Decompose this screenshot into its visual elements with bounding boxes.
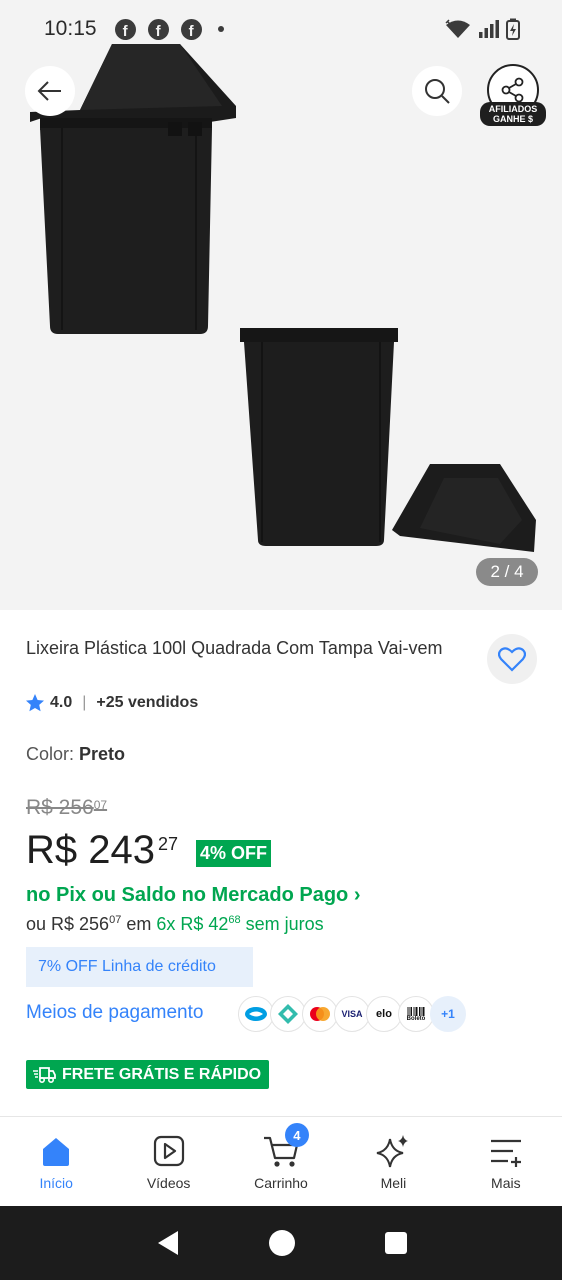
search-icon: [425, 79, 450, 104]
installment-suffix: sem juros: [240, 914, 324, 934]
nav-label-meli: Meli: [380, 1175, 407, 1191]
original-price-cents: 07: [93, 798, 108, 812]
sold-count: +25 vendidos: [96, 694, 199, 711]
pix-icon: [270, 996, 306, 1032]
favorite-button[interactable]: [487, 634, 537, 684]
product-title: Lixeira Plástica 100l Quadrada Com Tampa…: [26, 638, 443, 658]
mercado-pago-icon: [238, 996, 274, 1032]
product-gallery[interactable]: 10:15 f f f AFILIADOS GANHE $ 2 / 4: [0, 0, 562, 610]
affiliate-badge: AFILIADOS GANHE $: [480, 102, 546, 126]
system-home-icon[interactable]: [268, 1229, 296, 1257]
heart-icon: [498, 647, 526, 672]
boleto-icon: Boleto: [398, 996, 434, 1032]
rating-row[interactable]: 4.0 | +25 vendidos: [26, 694, 198, 712]
installment-amount: 6x R$ 42: [156, 914, 229, 934]
affiliate-share-button[interactable]: AFILIADOS GANHE $: [478, 62, 548, 128]
boleto-label: Boleto: [406, 1015, 426, 1022]
credit-line-chip[interactable]: 7% OFF Linha de crédito: [26, 947, 253, 987]
system-navigation-bar: [0, 1206, 562, 1280]
payment-icons[interactable]: VISA elo Boleto +1: [238, 996, 466, 1032]
nav-label-inicio: Início: [39, 1175, 73, 1191]
nav-item-inicio[interactable]: Início: [0, 1117, 112, 1206]
fast-truck-icon: [33, 1066, 56, 1083]
cart-count-badge: 4: [284, 1123, 309, 1147]
more-payment-methods[interactable]: +1: [430, 996, 466, 1032]
nav-item-carrinho[interactable]: 4 Carrinho: [225, 1117, 337, 1206]
free-shipping-label: FRETE GRÁTIS E RÁPIDO: [62, 1065, 262, 1083]
video-play-icon: [153, 1135, 184, 1167]
affiliate-badge-line2: GANHE $: [492, 114, 533, 124]
nav-item-videos[interactable]: Vídeos: [112, 1117, 224, 1206]
installment-em: em: [121, 914, 157, 934]
pix-payment-link[interactable]: no Pix ou Saldo no Mercado Pago ›: [26, 884, 360, 907]
affiliate-badge-line1: AFILIADOS: [488, 104, 538, 114]
color-value: Preto: [79, 744, 126, 764]
image-pager: 2 / 4: [476, 558, 538, 586]
nav-item-mais[interactable]: Mais: [450, 1117, 562, 1206]
sparkle-icon: [377, 1135, 409, 1168]
elo-icon: elo: [366, 996, 402, 1032]
bottom-navigation: Início Vídeos 4 Carrinho Meli Mais: [0, 1116, 562, 1206]
star-icon: [26, 694, 44, 712]
current-price-cents: 27: [157, 834, 179, 854]
installment-prefix-cents: 07: [109, 914, 122, 926]
installments-text: ou R$ 25607 em 6x R$ 4268 sem juros: [26, 914, 324, 935]
arrow-left-icon: [37, 81, 61, 101]
current-price-main: R$ 243: [26, 828, 155, 872]
free-shipping-badge: FRETE GRÁTIS E RÁPIDO: [26, 1060, 270, 1089]
visa-icon: VISA: [334, 996, 370, 1032]
nav-item-meli[interactable]: Meli: [337, 1117, 449, 1206]
nav-label-mais: Mais: [491, 1175, 521, 1191]
nav-label-videos: Vídeos: [146, 1175, 191, 1191]
discount-badge: 4% OFF: [196, 840, 272, 867]
mastercard-icon: [302, 996, 338, 1032]
original-price: R$ 25607: [26, 796, 107, 820]
original-price-main: R$ 256: [26, 796, 94, 819]
nav-label-carrinho: Carrinho: [254, 1175, 308, 1191]
current-price: R$ 243 27: [26, 828, 178, 873]
system-recents-icon[interactable]: [384, 1231, 408, 1255]
menu-plus-icon: [490, 1139, 521, 1167]
color-label: Color:: [26, 744, 75, 764]
payment-methods-link[interactable]: Meios de pagamento: [26, 1002, 203, 1024]
installment-cents: 68: [228, 914, 241, 926]
color-selector[interactable]: Color: Preto: [26, 744, 125, 765]
separator: |: [82, 694, 87, 711]
home-icon: [43, 1138, 70, 1166]
back-button[interactable]: [25, 66, 75, 116]
search-button[interactable]: [412, 66, 462, 116]
rating-value: 4.0: [50, 694, 73, 711]
system-back-icon[interactable]: [154, 1229, 180, 1257]
installment-prefix: ou R$ 256: [26, 914, 110, 934]
share-icon: [501, 77, 524, 103]
